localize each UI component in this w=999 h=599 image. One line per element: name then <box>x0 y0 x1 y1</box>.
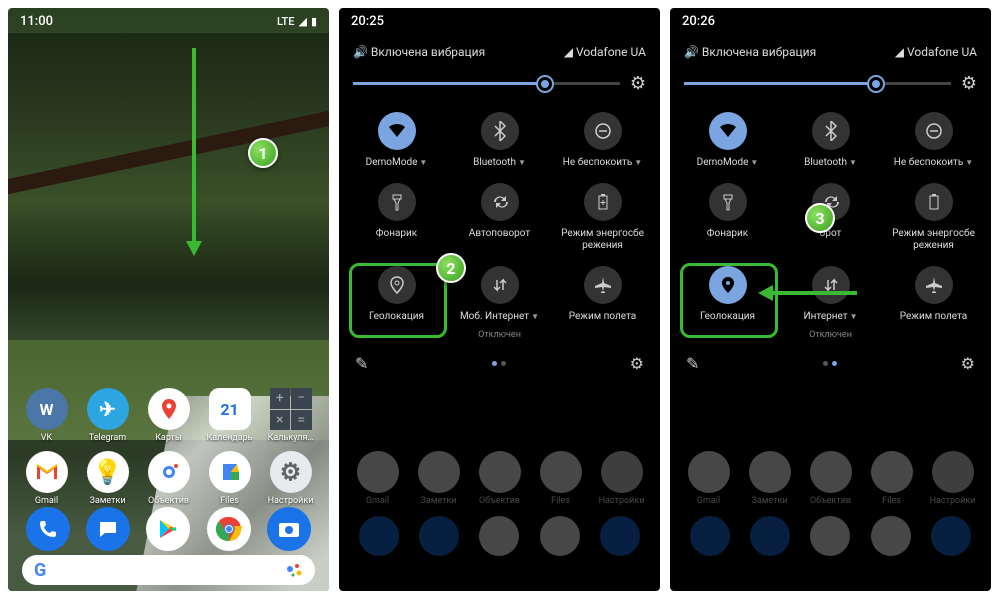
settings-gear-icon[interactable]: ⚙ <box>630 73 646 94</box>
app-maps[interactable]: Карты <box>140 388 197 443</box>
phone-quicksettings-off: 20:25 🔊 Включена вибрация ◢ Vodafone UA … <box>339 8 660 591</box>
tutorial-arrow-down <box>184 48 204 258</box>
app-gmail[interactable]: Gmail <box>18 451 75 506</box>
app-lens[interactable]: Объектив <box>140 451 197 506</box>
tile-dnd[interactable]: Не беспокоить▼ <box>884 112 983 169</box>
tile-mobile-data[interactable]: Интернет▼Отключен <box>781 266 880 340</box>
tile-dnd[interactable]: Не беспокоить▼ <box>553 112 652 169</box>
app-files[interactable]: Files <box>201 451 258 506</box>
assistant-icon[interactable] <box>285 561 303 579</box>
tile-bluetooth[interactable]: Bluetooth▼ <box>781 112 880 169</box>
brightness-slider[interactable]: ⚙ <box>670 73 991 112</box>
qs-footer: ✎ ⚙ <box>339 340 660 387</box>
dock-phone[interactable] <box>26 507 70 551</box>
settings-icon[interactable]: ⚙ <box>630 354 644 373</box>
qs-header: 🔊 Включена вибрация ◢ Vodafone UA <box>339 35 660 73</box>
tile-battery-saver[interactable]: Режим энергосбе режения <box>553 183 652 252</box>
app-vk[interactable]: WVK <box>18 388 75 443</box>
edit-tiles-icon[interactable]: ✎ <box>355 354 368 373</box>
bg-app-grid: Gmail Заметки Объектив Files Настройки <box>670 451 991 506</box>
bg-dock <box>339 516 660 556</box>
search-bar[interactable]: G <box>22 555 315 585</box>
tile-autorotate[interactable]: Автоповорот <box>450 183 549 252</box>
phone-quicksettings-on: 20:26 🔊 Включена вибрация ◢ Vodafone UA … <box>670 8 991 591</box>
ringer-status[interactable]: 🔊 Включена вибрация <box>684 45 816 59</box>
page-indicator <box>492 361 506 366</box>
tile-flashlight[interactable]: Фонарик <box>678 183 777 252</box>
bg-dock <box>670 516 991 556</box>
tile-airplane[interactable]: Режим полета <box>884 266 983 340</box>
ringer-status[interactable]: 🔊 Включена вибрация <box>353 45 485 59</box>
edit-tiles-icon[interactable]: ✎ <box>686 354 699 373</box>
qs-footer: ✎ ⚙ <box>670 340 991 387</box>
tile-flashlight[interactable]: Фонарик <box>347 183 446 252</box>
step-badge-2: 2 <box>436 253 466 283</box>
dock <box>8 507 329 551</box>
status-bar: 20:26 <box>670 8 991 35</box>
clock: 20:25 <box>351 14 384 29</box>
app-grid: WVK ✈Telegram Карты 21Календарь +−×= Кал… <box>8 388 329 506</box>
clock: 20:26 <box>682 14 715 29</box>
step-badge-3: 3 <box>805 203 835 233</box>
dock-messages[interactable] <box>86 507 130 551</box>
page-indicator <box>823 361 837 366</box>
tile-airplane[interactable]: Режим полета <box>553 266 652 340</box>
tile-wifi[interactable]: DemoMode▼ <box>678 112 777 169</box>
clock: 11:00 <box>20 14 53 29</box>
app-settings[interactable]: ⚙Настройки <box>262 451 319 506</box>
carrier: ◢ Vodafone UA <box>564 45 646 59</box>
status-bar: 11:00 LTE◢▮ <box>8 8 329 35</box>
phone-home-screen: 11:00 LTE◢▮ Суббота, 2 авг. ☽ 21°C 1 WVK… <box>8 8 329 591</box>
step-badge-1: 1 <box>248 138 278 168</box>
tile-mobile-data[interactable]: Моб. Интернет▼Отключен <box>450 266 549 340</box>
tile-wifi[interactable]: DemoMode▼ <box>347 112 446 169</box>
app-calendar[interactable]: 21Календарь <box>201 388 258 443</box>
status-bar: 20:25 <box>339 8 660 35</box>
status-icons: LTE◢▮ <box>277 14 317 29</box>
tile-bluetooth[interactable]: Bluetooth▼ <box>450 112 549 169</box>
tile-battery-saver[interactable]: Режим энергосбе режения <box>884 183 983 252</box>
app-telegram[interactable]: ✈Telegram <box>79 388 136 443</box>
settings-gear-icon[interactable]: ⚙ <box>961 73 977 94</box>
carrier: ◢ Vodafone UA <box>895 45 977 59</box>
brightness-slider[interactable]: ⚙ <box>339 73 660 112</box>
tutorial-arrow-left <box>757 283 857 303</box>
app-keep[interactable]: 💡Заметки <box>79 451 136 506</box>
tutorial-highlight <box>349 263 447 338</box>
qs-header: 🔊 Включена вибрация ◢ Vodafone UA <box>670 35 991 73</box>
dock-camera[interactable] <box>267 507 311 551</box>
dock-chrome[interactable] <box>207 507 251 551</box>
google-g-icon: G <box>34 560 46 581</box>
app-calculator[interactable]: +−×= Калькуля… <box>262 388 319 443</box>
settings-icon[interactable]: ⚙ <box>961 354 975 373</box>
dock-play[interactable] <box>146 507 190 551</box>
bg-app-grid: Gmail Заметки Объектив Files Настройки <box>339 451 660 506</box>
